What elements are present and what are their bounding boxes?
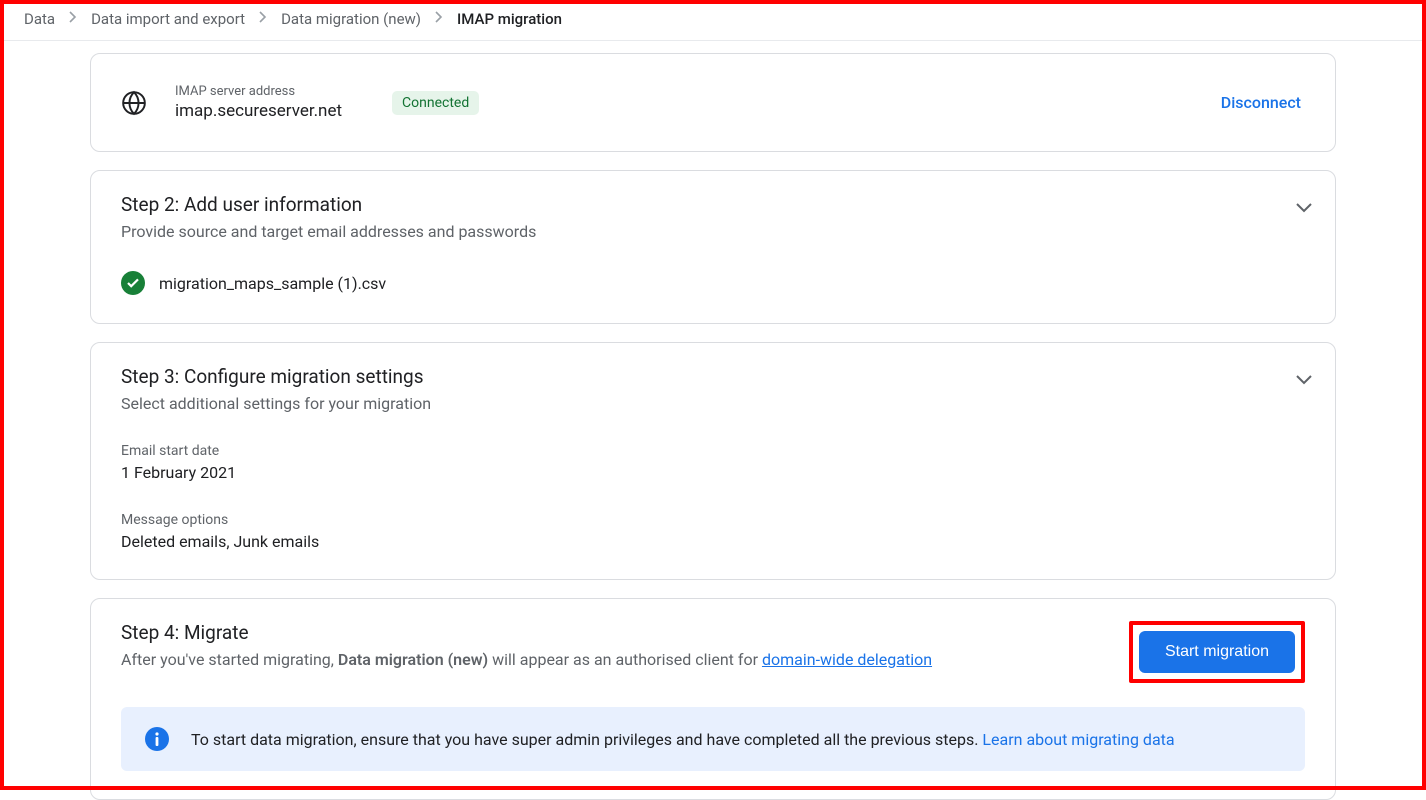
start-migration-button[interactable]: Start migration [1139,631,1295,673]
chevron-right-icon [435,11,443,27]
chevron-right-icon [259,11,267,27]
globe-icon [121,90,147,116]
step3-subtitle: Select additional settings for your migr… [121,394,1305,413]
message-options-field: Message options Deleted emails, Junk ema… [121,512,1305,551]
step2-title: Step 2: Add user information [121,193,1305,216]
step3-card[interactable]: Step 3: Configure migration settings Sel… [90,342,1336,580]
breadcrumb-item-data[interactable]: Data [24,10,55,28]
step4-card: Step 4: Migrate After you've started mig… [90,598,1336,800]
uploaded-file-row: migration_maps_sample (1).csv [121,271,1305,295]
imap-server-card: IMAP server address imap.secureserver.ne… [90,53,1336,152]
domain-wide-delegation-link[interactable]: domain-wide delegation [762,650,932,669]
step4-sub-mid: will appear as an authorised client for [488,650,762,669]
step4-sub-prefix: After you've started migrating, [121,650,338,669]
step3-title: Step 3: Configure migration settings [121,365,1305,388]
step4-subtitle: After you've started migrating, Data mig… [121,650,1109,669]
info-icon [145,727,169,751]
step4-sub-bold: Data migration (new) [338,650,488,669]
step2-subtitle: Provide source and target email addresse… [121,222,1305,241]
breadcrumb-item-data-migration[interactable]: Data migration (new) [281,10,421,28]
breadcrumb: Data Data import and export Data migrati… [0,0,1426,41]
email-start-date-label: Email start date [121,443,1305,459]
message-options-value: Deleted emails, Junk emails [121,532,1305,551]
learn-about-migrating-link[interactable]: Learn about migrating data [982,730,1174,749]
email-start-date-field: Email start date 1 February 2021 [121,443,1305,482]
message-options-label: Message options [121,512,1305,528]
email-start-date-value: 1 February 2021 [121,463,1305,482]
check-circle-icon [121,271,145,295]
breadcrumb-item-import-export[interactable]: Data import and export [91,10,245,28]
annotation-highlight: Start migration [1129,621,1305,683]
breadcrumb-item-imap-migration: IMAP migration [457,10,562,28]
chevron-down-icon[interactable] [1295,199,1313,218]
server-address-value: imap.secureserver.net [175,101,342,121]
step4-title: Step 4: Migrate [121,621,1109,644]
info-text: To start data migration, ensure that you… [191,730,982,749]
uploaded-file-name: migration_maps_sample (1).csv [159,274,386,293]
server-address-label: IMAP server address [175,84,342,99]
chevron-right-icon [69,11,77,27]
info-banner: To start data migration, ensure that you… [121,707,1305,771]
disconnect-button[interactable]: Disconnect [1221,93,1301,112]
chevron-down-icon[interactable] [1295,371,1313,390]
step2-card[interactable]: Step 2: Add user information Provide sou… [90,170,1336,324]
status-badge: Connected [392,91,479,115]
